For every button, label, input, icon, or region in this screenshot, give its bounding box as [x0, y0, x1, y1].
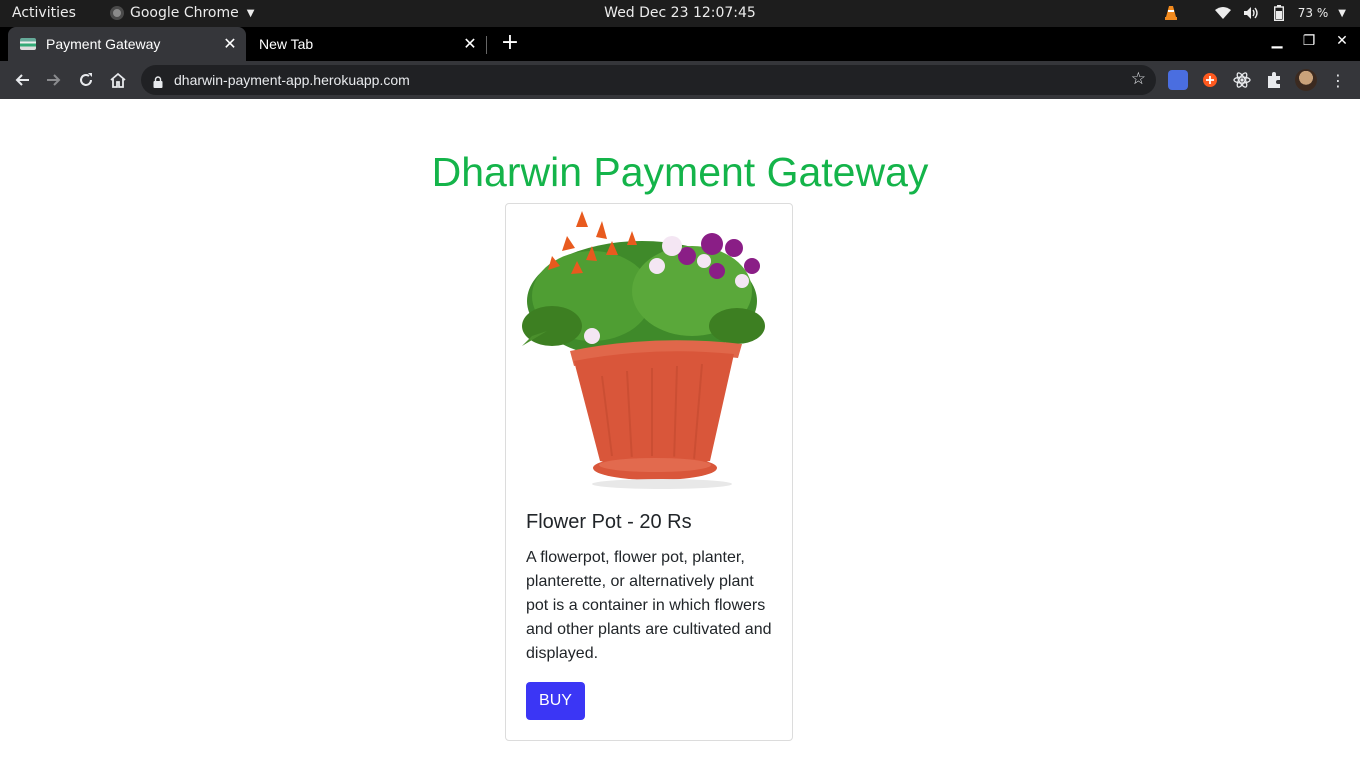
- forward-icon[interactable]: [42, 68, 66, 92]
- extension-icon[interactable]: [1200, 70, 1220, 90]
- activities-button[interactable]: Activities: [12, 5, 76, 21]
- window-close-button[interactable]: ✕: [1332, 33, 1352, 49]
- product-image: [512, 206, 772, 492]
- tab-title: New Tab: [259, 36, 314, 52]
- page-title: Dharwin Payment Gateway: [431, 149, 929, 195]
- battery-percent: 73 %: [1297, 6, 1329, 20]
- tab-payment-gateway[interactable]: Payment Gateway ✕: [8, 27, 246, 61]
- battery-icon[interactable]: [1270, 4, 1288, 22]
- minimize-button[interactable]: ▁: [1267, 33, 1287, 49]
- system-top-bar: Activities Google Chrome ▼ Wed Dec 23 12…: [0, 0, 1360, 27]
- app-menu[interactable]: Google Chrome ▼: [110, 5, 254, 21]
- star-icon[interactable]: ☆: [1131, 69, 1146, 89]
- vlc-icon[interactable]: [1162, 4, 1180, 22]
- menu-icon[interactable]: ⋮: [1326, 68, 1350, 92]
- favicon-icon: [20, 38, 36, 50]
- page-content: Dharwin Payment Gateway Flower Pot - 20 …: [0, 99, 1360, 768]
- tab-title: Payment Gateway: [46, 36, 161, 52]
- address-bar[interactable]: dharwin-payment-app.herokuapp.com ☆: [141, 65, 1156, 95]
- restore-button[interactable]: ❐: [1299, 33, 1319, 49]
- product-description: A flowerpot, flower pot, planter, plante…: [526, 549, 772, 662]
- system-tray[interactable]: 73 % ▼: [1162, 4, 1346, 22]
- puzzle-icon[interactable]: [1264, 70, 1284, 90]
- product-card: Flower Pot - 20 Rs A flowerpot, flower p…: [505, 203, 793, 741]
- chevron-down-icon: ▼: [246, 7, 255, 19]
- close-icon[interactable]: ✕: [218, 34, 242, 54]
- translate-icon[interactable]: [1168, 70, 1188, 90]
- tab-new-tab[interactable]: New Tab ✕: [248, 27, 486, 61]
- browser-toolbar: dharwin-payment-app.herokuapp.com ☆ ⋮: [0, 61, 1360, 99]
- chevron-down-icon[interactable]: ▼: [1338, 8, 1346, 19]
- reload-icon[interactable]: [74, 68, 98, 92]
- volume-icon[interactable]: [1242, 4, 1260, 22]
- new-tab-button[interactable]: +: [498, 31, 522, 55]
- tab-strip: Payment Gateway ✕ New Tab ✕: [0, 27, 1360, 61]
- chrome-icon: [110, 6, 124, 20]
- url-text[interactable]: dharwin-payment-app.herokuapp.com: [174, 72, 410, 88]
- home-icon[interactable]: [106, 68, 130, 92]
- tab-divider: [486, 36, 487, 54]
- close-icon[interactable]: ✕: [458, 34, 482, 54]
- buy-button[interactable]: BUY: [526, 682, 585, 720]
- lock-icon[interactable]: [153, 73, 163, 88]
- wifi-icon[interactable]: [1214, 4, 1232, 22]
- avatar[interactable]: [1295, 69, 1317, 91]
- back-icon[interactable]: [10, 68, 34, 92]
- app-name: Google Chrome: [130, 5, 239, 21]
- react-icon[interactable]: [1232, 70, 1252, 90]
- product-title: Flower Pot - 20 Rs: [526, 511, 692, 533]
